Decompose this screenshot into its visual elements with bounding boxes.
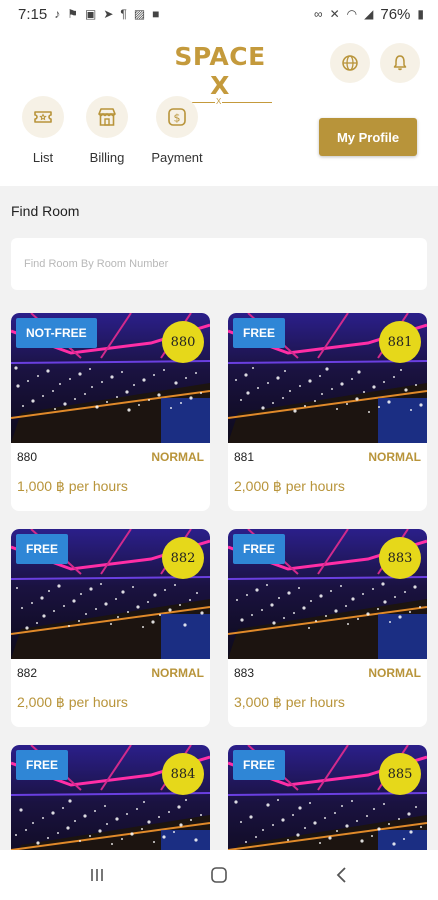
gallery-icon: ▨ [133, 7, 146, 21]
logo-sub: X [215, 97, 223, 106]
wifi-icon: ◠ [346, 7, 358, 21]
menu-billing-icon-wrap [86, 96, 128, 138]
room-number: 880 [17, 450, 38, 464]
room-price: 1,000 ฿ per hours [17, 478, 128, 494]
ticket-icon [34, 111, 52, 123]
room-card[interactable]: FREE 883 883 NORMAL 3,000 ฿ per hours [228, 529, 427, 727]
language-button[interactable] [330, 43, 370, 83]
signal-icon: ◢ [364, 7, 374, 21]
status-left: 7:15 ♪ ⚑ ▣ ➤ ¶ ▨ ■ [18, 6, 159, 23]
app-screen: 7:15 ♪ ⚑ ▣ ➤ ¶ ▨ ■ ∞ ✕ ◠ ◢ 76% ▮ SPACE X… [0, 0, 438, 900]
recent-apps-button[interactable] [85, 864, 109, 886]
menu-list-icon-wrap [22, 96, 64, 138]
lock-icon: ■ [152, 7, 160, 21]
menu-payment-icon-wrap: $ [156, 96, 198, 138]
menu-list[interactable]: List [8, 96, 78, 165]
notification-icon: ⚑ [67, 7, 78, 21]
dollar-icon: $ [168, 108, 186, 126]
back-icon [336, 867, 346, 883]
room-type: NORMAL [368, 666, 421, 680]
room-search-input[interactable] [11, 238, 427, 290]
svg-text:$: $ [174, 112, 181, 125]
back-button[interactable] [330, 864, 354, 886]
room-type: NORMAL [368, 450, 421, 464]
battery-icon: ▮ [417, 7, 424, 21]
room-number-badge: 883 [379, 537, 421, 579]
availability-badge: FREE [233, 318, 286, 348]
home-button[interactable] [207, 864, 231, 886]
tiktok-icon: ♪ [54, 7, 61, 21]
room-number-badge: 880 [162, 321, 204, 363]
room-number: 883 [234, 666, 255, 680]
availability-badge: FREE [233, 750, 286, 780]
battery-percent: 76% [380, 5, 411, 23]
room-number-badge: 882 [162, 537, 204, 579]
room-number-badge: 885 [379, 753, 421, 795]
bell-icon [393, 55, 407, 71]
room-card[interactable]: FREE 881 881 NORMAL 2,000 ฿ per hours [228, 313, 427, 511]
store-icon [98, 108, 116, 126]
room-number-badge: 884 [162, 753, 204, 795]
home-icon [211, 867, 227, 883]
shopping-bag-icon: ▣ [84, 7, 97, 21]
mute-icon: ✕ [329, 7, 340, 21]
news-icon: ¶ [120, 7, 127, 21]
menu-billing[interactable]: Billing [72, 96, 142, 165]
room-number: 882 [17, 666, 38, 680]
availability-badge: NOT-FREE [16, 318, 97, 348]
room-number-badge: 881 [379, 321, 421, 363]
room-price: 2,000 ฿ per hours [234, 478, 345, 494]
system-nav-bar [0, 850, 438, 900]
room-price: 2,000 ฿ per hours [17, 694, 128, 710]
status-right: ∞ ✕ ◠ ◢ 76% ▮ [314, 6, 424, 23]
my-profile-button[interactable]: My Profile [319, 118, 417, 156]
menu-payment[interactable]: $ Payment [142, 96, 212, 165]
globe-icon [342, 55, 358, 71]
status-time: 7:15 [18, 5, 48, 23]
room-card[interactable]: NOT-FREE 880 880 NORMAL 1,000 ฿ per hours [11, 313, 210, 511]
recent-apps-icon [91, 869, 103, 881]
menu-list-label: List [32, 150, 54, 165]
room-type: NORMAL [151, 450, 204, 464]
find-room-title: Find Room [11, 203, 80, 219]
link-icon: ∞ [314, 7, 323, 21]
room-card[interactable]: FREE 882 882 NORMAL 2,000 ฿ per hours [11, 529, 210, 727]
logo-text: SPACE X [174, 42, 266, 100]
availability-badge: FREE [16, 534, 69, 564]
availability-badge: FREE [233, 534, 286, 564]
app-header: SPACE X X List Billing $ Payment My Prof… [0, 28, 438, 186]
telegram-icon: ➤ [103, 7, 114, 21]
room-price: 3,000 ฿ per hours [234, 694, 345, 710]
room-type: NORMAL [151, 666, 204, 680]
menu-payment-label: Payment [151, 150, 203, 165]
notifications-button[interactable] [380, 43, 420, 83]
availability-badge: FREE [16, 750, 69, 780]
room-number: 881 [234, 450, 255, 464]
status-bar: 7:15 ♪ ⚑ ▣ ➤ ¶ ▨ ■ ∞ ✕ ◠ ◢ 76% ▮ [0, 0, 438, 28]
menu-billing-label: Billing [89, 150, 125, 165]
